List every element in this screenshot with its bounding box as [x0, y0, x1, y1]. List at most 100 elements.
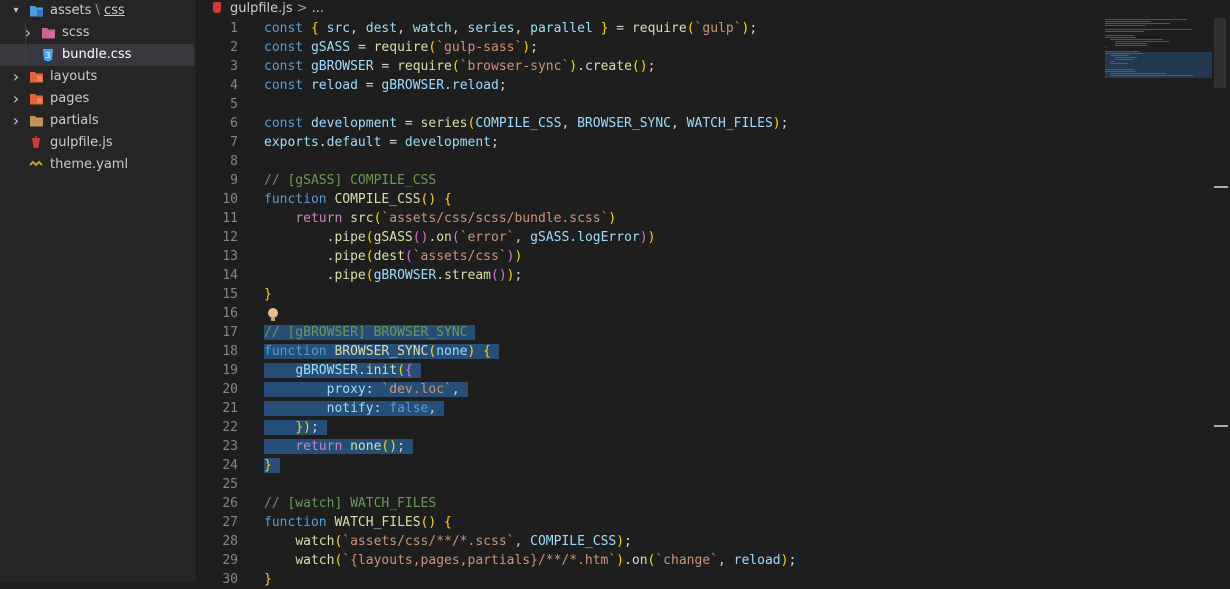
chevron-right-icon[interactable]: › — [11, 88, 21, 110]
explorer-item-pages[interactable]: › pages — [0, 88, 194, 110]
explorer-item-layouts[interactable]: › layouts — [0, 66, 194, 88]
code-text[interactable]: proxy: `dev.loc`, — [264, 380, 468, 399]
minimap-line — [1109, 75, 1193, 76]
line-number: 13 — [222, 249, 238, 264]
code-text[interactable]: const { src, dest, watch, series, parall… — [264, 19, 757, 38]
explorer-item-label: assets \ css — [50, 0, 125, 22]
line-number: 21 — [222, 401, 238, 416]
code-line[interactable]: 17 // [gBROWSER] BROWSER_SYNC — [195, 323, 1195, 342]
breadcrumb[interactable]: gulpfile.js >... — [213, 0, 324, 20]
explorer-item-label: pages — [50, 88, 89, 110]
code-line[interactable]: 9 // [gSASS] COMPILE_CSS — [195, 171, 1195, 190]
code-line[interactable]: 22 }); — [195, 418, 1195, 437]
code-line[interactable]: 13 .pipe(dest(`assets/css`)) — [195, 247, 1195, 266]
path-separator: \ — [91, 3, 105, 18]
minimap-line — [1105, 37, 1137, 38]
code-line[interactable]: 4 const reload = gBROWSER.reload; — [195, 76, 1195, 95]
code-line[interactable]: 29 watch(`{layouts,pages,partials}/**/*.… — [195, 551, 1195, 570]
code-line[interactable]: 21 notify: false, — [195, 399, 1195, 418]
explorer-item-theme-yaml[interactable]: theme.yaml — [0, 154, 194, 176]
line-number: 17 — [222, 325, 238, 340]
code-text[interactable]: return src(`assets/css/scss/bundle.scss`… — [264, 209, 616, 228]
explorer-item-assets[interactable]: ▾ assets \ css — [0, 0, 194, 22]
code-line[interactable]: 15} — [195, 285, 1195, 304]
code-line[interactable]: 20 proxy: `dev.loc`, — [195, 380, 1195, 399]
code-line[interactable]: 24} — [195, 456, 1195, 475]
line-number: 22 — [222, 420, 238, 435]
code-text[interactable]: function BROWSER_SYNC(none) { — [264, 342, 499, 361]
code-text[interactable]: // [gSASS] COMPILE_CSS — [264, 171, 436, 190]
line-number: 26 — [222, 496, 238, 511]
minimap-line — [1105, 53, 1143, 54]
scrollbar-marker — [1214, 186, 1228, 188]
code-text[interactable]: .pipe(dest(`assets/css`)) — [264, 247, 523, 266]
code-line[interactable]: 3 const gBROWSER = require(`browser-sync`… — [195, 57, 1195, 76]
minimap-line — [1114, 57, 1137, 58]
code-line[interactable]: 28 watch(`assets/css/**/*.scss`, COMPILE… — [195, 532, 1195, 551]
code-line[interactable]: 11 return src(`assets/css/scss/bundle.sc… — [195, 209, 1195, 228]
code-line[interactable]: 27 function WATCH_FILES() { — [195, 513, 1195, 532]
vertical-scrollbar[interactable] — [1212, 18, 1226, 582]
svg-text:3: 3 — [45, 51, 50, 60]
chevron-right-icon[interactable]: › — [11, 66, 21, 88]
code-line[interactable]: 1 const { src, dest, watch, series, paral… — [195, 19, 1195, 38]
minimap-line — [1105, 21, 1151, 22]
code-line[interactable]: 12 .pipe(gSASS().on(`error`, gSASS.logEr… — [195, 228, 1195, 247]
explorer-item-name: partials — [50, 113, 99, 128]
code-text[interactable]: .pipe(gSASS().on(`error`, gSASS.logError… — [264, 228, 656, 247]
code-text[interactable]: gBROWSER.init({ — [264, 361, 421, 380]
gulp-file-icon — [29, 136, 45, 150]
code-text[interactable]: } — [264, 285, 272, 304]
chevron-down-icon[interactable]: ▾ — [11, 0, 21, 22]
code-editor[interactable]: 1 const { src, dest, watch, series, paral… — [195, 18, 1230, 587]
code-line[interactable]: 14 .pipe(gBROWSER.stream()); — [195, 266, 1195, 285]
code-line[interactable]: 5 — [195, 95, 1195, 114]
code-line[interactable]: 18 function BROWSER_SYNC(none) { — [195, 342, 1195, 361]
code-line[interactable]: 30} — [195, 570, 1195, 589]
code-text[interactable]: // [watch] WATCH_FILES — [264, 494, 436, 513]
code-line[interactable]: 8 — [195, 152, 1195, 171]
minimap[interactable] — [1105, 18, 1212, 88]
explorer-item-gulpfile-js[interactable]: gulpfile.js — [0, 132, 194, 154]
explorer-item-partials[interactable]: › partials — [0, 110, 194, 132]
minimap-line — [1105, 71, 1137, 72]
code-text[interactable]: const gBROWSER = require(`browser-sync`)… — [264, 57, 655, 76]
code-line[interactable]: 7 exports.default = development; — [195, 133, 1195, 152]
scrollbar-thumb[interactable] — [1214, 18, 1226, 88]
explorer-item-sublabel[interactable]: css — [104, 3, 125, 18]
code-text[interactable]: exports.default = development; — [264, 133, 499, 152]
code-text[interactable]: const gSASS = require(`gulp-sass`); — [264, 38, 538, 57]
lightbulb-icon[interactable] — [268, 308, 278, 321]
line-number: 6 — [230, 116, 238, 131]
code-text[interactable]: // [gBROWSER] BROWSER_SYNC — [264, 323, 476, 342]
code-text[interactable]: return none(); — [264, 437, 413, 456]
code-text[interactable]: watch(`assets/css/**/*.scss`, COMPILE_CS… — [264, 532, 632, 551]
breadcrumb-more[interactable]: ... — [312, 1, 324, 16]
code-line[interactable]: 25 — [195, 475, 1195, 494]
code-line[interactable]: 16 — [195, 304, 1195, 323]
explorer-item-bundle-css[interactable]: 3 bundle.css — [0, 44, 194, 66]
code-line[interactable]: 26 // [watch] WATCH_FILES — [195, 494, 1195, 513]
line-number: 23 — [222, 439, 238, 454]
code-text[interactable]: } — [264, 456, 280, 475]
breadcrumb-file[interactable]: gulpfile.js — [230, 1, 293, 16]
breadcrumb-separator: > — [296, 1, 308, 16]
code-text[interactable]: const reload = gBROWSER.reload; — [264, 76, 507, 95]
code-text[interactable]: const development = series(COMPILE_CSS, … — [264, 114, 788, 133]
minimap-line — [1114, 59, 1133, 60]
code-line[interactable]: 19 gBROWSER.init({ — [195, 361, 1195, 380]
code-text[interactable]: .pipe(gBROWSER.stream()); — [264, 266, 523, 285]
code-text[interactable]: } — [264, 570, 272, 589]
code-text[interactable]: watch(`{layouts,pages,partials}/**/*.htm… — [264, 551, 796, 570]
chevron-right-icon[interactable]: › — [11, 110, 21, 132]
code-line[interactable]: 23 return none(); — [195, 437, 1195, 456]
code-text[interactable]: }); — [264, 418, 327, 437]
code-text[interactable]: function COMPILE_CSS() { — [264, 190, 452, 209]
code-line[interactable]: 2 const gSASS = require(`gulp-sass`); — [195, 38, 1195, 57]
code-line[interactable]: 10 function COMPILE_CSS() { — [195, 190, 1195, 209]
code-line[interactable]: 6 const development = series(COMPILE_CSS,… — [195, 114, 1195, 133]
code-text[interactable]: notify: false, — [264, 399, 445, 418]
minimap-line — [1105, 35, 1134, 36]
code-text[interactable]: function WATCH_FILES() { — [264, 513, 452, 532]
explorer-item-scss[interactable]: › scss — [0, 22, 194, 44]
